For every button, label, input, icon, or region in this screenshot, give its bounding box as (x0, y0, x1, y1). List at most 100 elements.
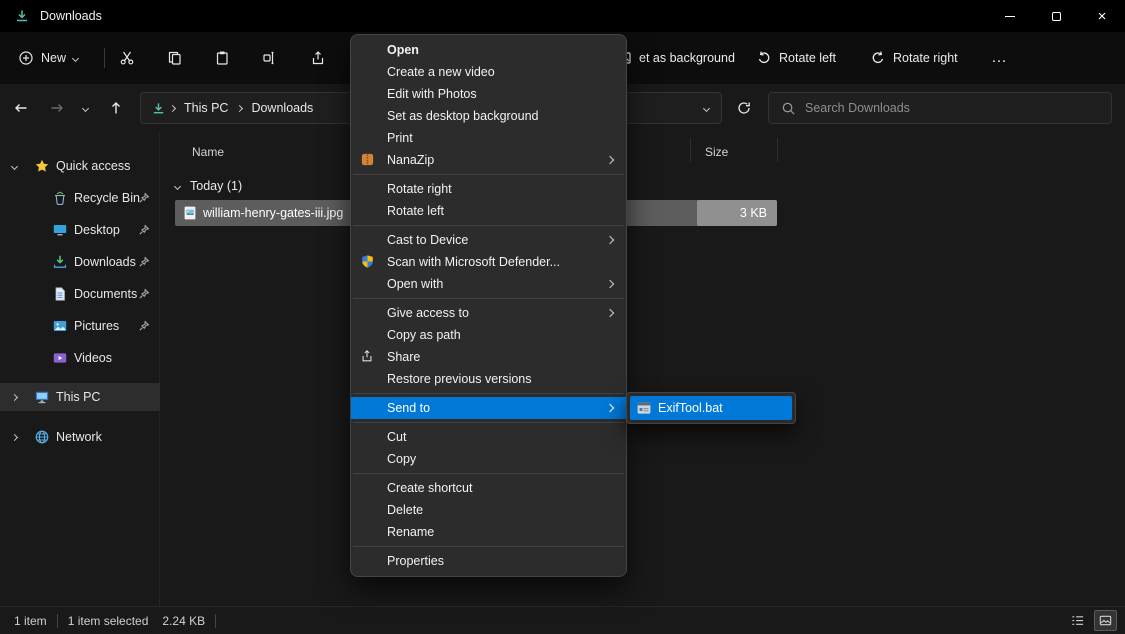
menu-item-set-as-desktop-background[interactable]: Set as desktop background (351, 105, 626, 127)
defender-shield-icon (360, 254, 376, 270)
group-header-today[interactable]: Today (1) (175, 174, 242, 198)
column-divider[interactable] (690, 138, 691, 162)
breadcrumb-downloads[interactable]: Downloads (246, 101, 318, 115)
submenu-arrow-icon (606, 156, 614, 164)
copy-button[interactable] (157, 42, 193, 74)
share-icon (360, 349, 376, 365)
pin-icon (138, 320, 150, 332)
rotate-left-icon (756, 50, 772, 66)
item-count: 1 item (14, 614, 47, 628)
more-options-button[interactable]: … (983, 42, 1016, 74)
menu-separator (353, 473, 624, 474)
menu-separator (353, 546, 624, 547)
rotate-right-button[interactable]: Rotate right (862, 42, 966, 74)
submenu-arrow-icon (606, 309, 614, 317)
sidebar-item-videos[interactable]: Videos (0, 344, 160, 372)
refresh-button[interactable] (728, 92, 760, 124)
column-header-name[interactable]: Name (192, 140, 224, 164)
window-title: Downloads (40, 9, 102, 23)
close-button[interactable]: × (1079, 0, 1125, 32)
status-bar: 1 item 1 item selected 2.24 KB (0, 606, 1125, 634)
ellipsis-icon: … (991, 49, 1008, 67)
documents-icon (52, 286, 68, 302)
sidebar-item-downloads[interactable]: Downloads (0, 248, 160, 276)
up-button[interactable] (100, 92, 132, 124)
rotate-left-button[interactable]: Rotate left (748, 42, 844, 74)
menu-item-rename[interactable]: Rename (351, 521, 626, 543)
menu-item-copy-as-path[interactable]: Copy as path (351, 324, 626, 346)
menu-item-cut[interactable]: Cut (351, 426, 626, 448)
menu-item-give-access-to[interactable]: Give access to (351, 302, 626, 324)
sidebar-item-quick-access[interactable]: Quick access (0, 152, 160, 180)
address-dropdown-icon[interactable] (703, 105, 710, 112)
chevron-right-icon[interactable] (11, 433, 18, 440)
cut-button[interactable] (109, 42, 145, 74)
sidebar-item-recycle-bin[interactable]: Recycle Bin (0, 184, 160, 212)
set-as-background-button[interactable]: et as background (608, 42, 743, 74)
chevron-right-icon[interactable] (11, 393, 18, 400)
thumbnail-view-button[interactable] (1094, 610, 1117, 631)
titlebar: Downloads × (0, 0, 1125, 32)
selection-count: 1 item selected (68, 614, 149, 628)
share-icon (310, 50, 326, 66)
menu-item-edit-with-photos[interactable]: Edit with Photos (351, 83, 626, 105)
paste-button[interactable] (204, 42, 240, 74)
sidebar-item-this-pc[interactable]: This PC (0, 383, 160, 411)
nanazip-icon (360, 152, 376, 168)
chevron-down-icon (72, 54, 79, 61)
arrow-left-icon (13, 100, 29, 116)
menu-item-cast-to-device[interactable]: Cast to Device (351, 229, 626, 251)
details-view-button[interactable] (1066, 610, 1089, 631)
sidebar: Quick access Recycle Bin Desktop Downloa… (0, 132, 160, 606)
rename-icon (262, 50, 278, 66)
menu-item-copy[interactable]: Copy (351, 448, 626, 470)
scissors-icon (119, 50, 135, 66)
file-size: 3 KB (697, 200, 777, 226)
sidebar-item-pictures[interactable]: Pictures (0, 312, 160, 340)
menu-item-share[interactable]: Share (351, 346, 626, 368)
maximize-button[interactable] (1033, 0, 1079, 32)
menu-item-rotate-left[interactable]: Rotate left (351, 200, 626, 222)
new-button[interactable]: New (10, 42, 86, 74)
breadcrumb-this-pc[interactable]: This PC (179, 101, 233, 115)
menu-item-restore-previous-versions[interactable]: Restore previous versions (351, 368, 626, 390)
search-box (768, 92, 1112, 124)
submenu-item-exiftool-bat[interactable]: ExifTool.bat (630, 396, 792, 420)
submenu-arrow-icon (606, 404, 614, 412)
maximize-icon (1052, 12, 1061, 21)
details-view-icon (1070, 613, 1085, 628)
star-icon (34, 158, 50, 174)
menu-item-create-a-new-video[interactable]: Create a new video (351, 61, 626, 83)
menu-item-open-with[interactable]: Open with (351, 273, 626, 295)
sidebar-item-documents[interactable]: Documents (0, 280, 160, 308)
column-divider[interactable] (777, 138, 778, 162)
arrow-up-icon (108, 100, 124, 116)
search-icon (781, 101, 796, 116)
minimize-button[interactable] (987, 0, 1033, 32)
menu-item-scan-with-microsoft-defender[interactable]: Scan with Microsoft Defender... (351, 251, 626, 273)
menu-item-delete[interactable]: Delete (351, 499, 626, 521)
column-header-size[interactable]: Size (705, 140, 728, 164)
menu-item-properties[interactable]: Properties (351, 550, 626, 572)
share-button[interactable] (300, 42, 336, 74)
menu-separator (353, 225, 624, 226)
rename-button[interactable] (252, 42, 288, 74)
thumbnail-view-icon (1098, 613, 1113, 628)
menu-item-send-to[interactable]: Send to (351, 397, 626, 419)
recent-locations-button[interactable] (74, 92, 96, 124)
breadcrumb-chevron-icon (169, 104, 176, 111)
menu-separator (353, 422, 624, 423)
menu-item-print[interactable]: Print (351, 127, 626, 149)
sidebar-item-desktop[interactable]: Desktop (0, 216, 160, 244)
menu-item-rotate-right[interactable]: Rotate right (351, 178, 626, 200)
menu-item-nanazip[interactable]: NanaZip (351, 149, 626, 171)
sidebar-item-network[interactable]: Network (0, 423, 160, 451)
search-input[interactable] (805, 101, 1099, 115)
chevron-down-icon[interactable] (11, 162, 18, 169)
menu-item-create-shortcut[interactable]: Create shortcut (351, 477, 626, 499)
breadcrumb-chevron-icon (236, 104, 243, 111)
menu-item-open[interactable]: Open (351, 39, 626, 61)
back-button[interactable] (5, 92, 37, 124)
forward-button[interactable] (41, 92, 73, 124)
plus-circle-icon (18, 50, 34, 66)
